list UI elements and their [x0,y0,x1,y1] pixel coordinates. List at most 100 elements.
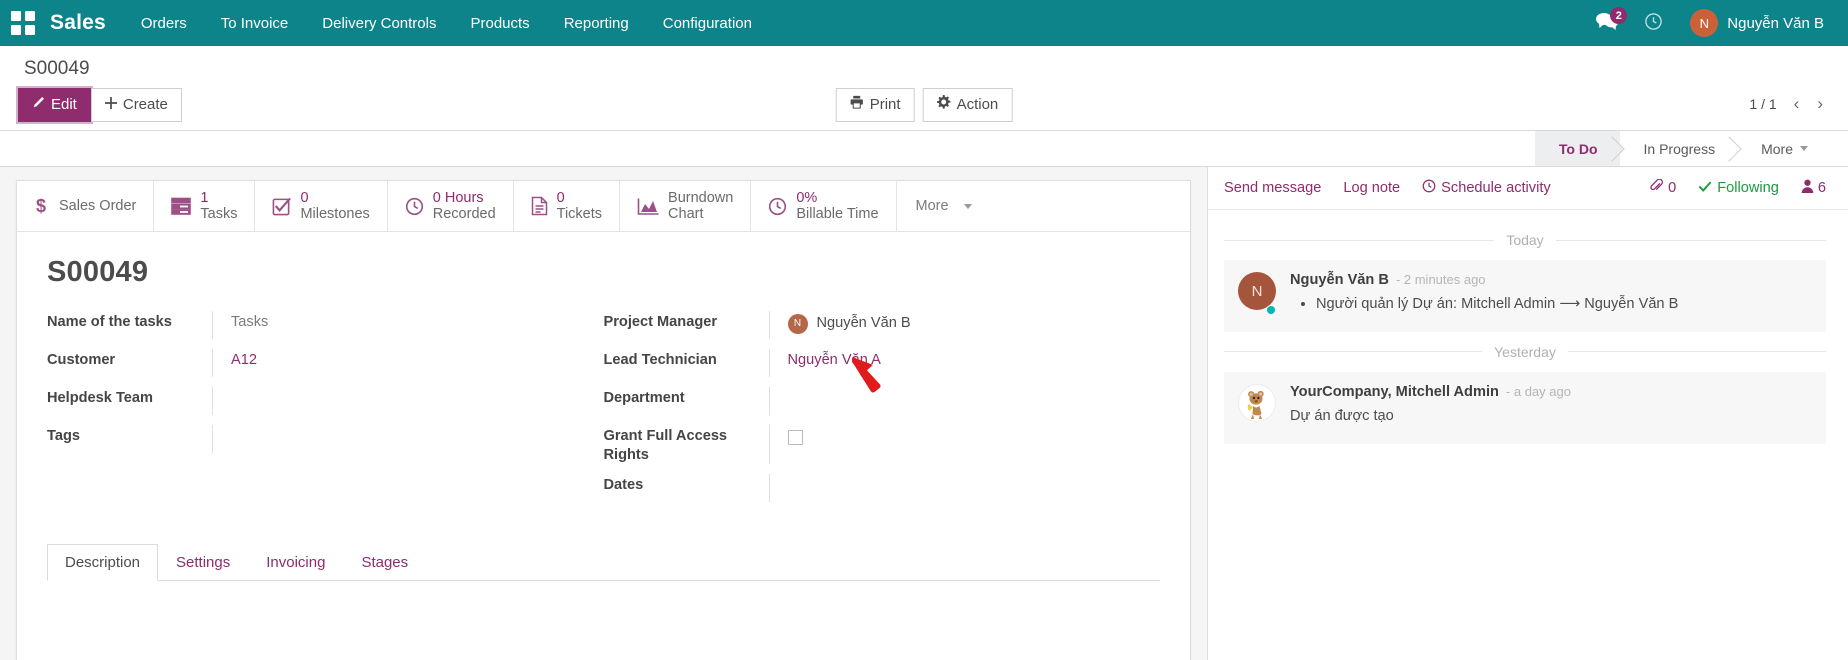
following-button[interactable]: Following [1698,180,1779,197]
smart-button-tickets[interactable]: 0 Tickets [514,181,620,231]
message-content: Người quản lý Dự án: Mitchell Admin ⟶ Ng… [1290,294,1812,316]
plus-icon [105,94,117,116]
status-step-in-progress[interactable]: In Progress [1620,131,1738,166]
pager-previous-button[interactable]: ‹ [1787,94,1807,114]
avatar: N [1690,9,1718,37]
menu-item-to-invoice[interactable]: To Invoice [204,0,306,46]
smart-button-hours-recorded[interactable]: 0 Hours Recorded [388,181,514,231]
smart-button-box: $ Sales Order [17,181,1190,232]
smart-buttons-more-dropdown[interactable]: More [897,181,991,231]
message-body: Nguyễn Văn B - 2 minutes ago Người quản … [1290,272,1812,316]
status-step-to-do[interactable]: To Do [1535,131,1620,166]
tab-invoicing[interactable]: Invoicing [248,544,343,581]
user-menu-button[interactable]: N Nguyễn Văn B [1678,0,1830,46]
field-value-helpdesk-team[interactable] [212,387,590,415]
notebook-page-description[interactable] [47,581,1160,660]
smart-button-tasks[interactable]: 1 Tasks [154,181,255,231]
menu-item-delivery-controls[interactable]: Delivery Controls [305,0,453,46]
field-value-lead-technician[interactable]: Nguyễn Văn A [769,349,1147,377]
breadcrumb[interactable]: S00049 [18,56,1830,88]
field-value-customer[interactable]: A12 [212,349,590,377]
messaging-menu-button[interactable]: 2 [1585,0,1629,46]
pager-value: 1 / 1 [1749,96,1782,112]
message-header: YourCompany, Mitchell Admin - a day ago [1290,384,1812,400]
chatter-message: N Nguyễn Văn B - 2 minutes ago Người quả… [1224,260,1826,332]
tab-description[interactable]: Description [47,544,158,581]
smart-button-milestones[interactable]: 0 Milestones [255,181,387,231]
field-value-project-manager[interactable]: N Nguyễn Văn B [769,311,1147,339]
pencil-icon [32,94,45,116]
chevron-down-icon [964,204,972,209]
field-label-customer: Customer [47,349,212,370]
form-column: $ Sales Order [0,167,1207,660]
menu-item-configuration[interactable]: Configuration [646,0,769,46]
schedule-activity-button[interactable]: Schedule activity [1422,179,1563,197]
notebook-tabs: Description Settings Invoicing Stages [47,544,1160,581]
form-group-right: Project Manager N Nguyễn Văn B Lead Tech… [604,311,1161,512]
smart-button-burndown-chart[interactable]: Burndown Chart [620,181,751,231]
create-button[interactable]: Create [91,88,182,122]
log-note-button[interactable]: Log note [1343,180,1412,196]
message-body: YourCompany, Mitchell Admin - a day ago … [1290,384,1812,428]
chatter: Send message Log note Schedule activity [1207,167,1848,660]
check-icon [1698,180,1712,197]
activities-menu-button[interactable] [1633,0,1674,46]
menu-item-orders[interactable]: Orders [124,0,204,46]
field-value-tags[interactable] [212,425,590,453]
page-title: S00049 [47,256,1160,289]
menu-item-products[interactable]: Products [453,0,546,46]
top-navbar: Sales Orders To Invoice Delivery Control… [0,0,1848,46]
print-button[interactable]: Print [836,88,915,122]
chatter-message: YourCompany, Mitchell Admin - a day ago … [1224,372,1826,444]
field-row-helpdesk-team: Helpdesk Team [47,387,590,415]
chatter-thread: Today N Nguyễn Văn B - 2 minutes ago Ngư… [1208,210,1848,444]
field-label-dates: Dates [604,474,769,495]
status-step-more[interactable]: More [1737,131,1830,166]
navbar-systray: 2 N Nguyễn Văn B [1585,0,1848,46]
field-row-dates: Dates [604,474,1147,502]
pager-next-button[interactable]: › [1810,94,1830,114]
field-label-tags: Tags [47,425,212,446]
smart-button-sales-order[interactable]: $ Sales Order [17,181,154,231]
create-button-label: Create [123,94,168,116]
send-message-button[interactable]: Send message [1224,180,1333,196]
check-square-icon [272,197,291,216]
field-value-name-of-the-tasks[interactable]: Tasks [212,311,590,339]
following-label: Following [1717,180,1779,196]
smart-button-billable-time[interactable]: 0% Billable Time [751,181,896,231]
attachments-button[interactable]: 0 [1649,179,1676,197]
chevron-down-icon [1800,146,1808,151]
dollar-icon: $ [34,196,50,216]
field-value-project-manager-text: Nguyễn Văn B [817,314,911,333]
apps-grid-icon[interactable] [10,10,36,36]
menu-item-reporting[interactable]: Reporting [547,0,646,46]
field-row-name-of-the-tasks: Name of the tasks Tasks [47,311,590,339]
smart-buttons-more-label: More [916,198,949,214]
status-step-in-progress-label: In Progress [1644,141,1716,157]
status-step-to-do-label: To Do [1559,141,1598,157]
message-avatar-wrapper: N [1238,272,1276,316]
field-label-helpdesk-team: Helpdesk Team [47,387,212,408]
clock-icon [405,197,424,216]
field-row-lead-technician: Lead Technician Nguyễn Văn A [604,349,1147,377]
grant-full-access-rights-checkbox[interactable] [788,430,803,445]
action-button[interactable]: Action [923,88,1013,122]
form-groups: Name of the tasks Tasks Customer A12 Hel… [47,311,1160,512]
app-brand-sales[interactable]: Sales [42,11,124,35]
smart-button-tasks-value: 1 [200,190,237,206]
field-value-department[interactable] [769,387,1147,415]
edit-button[interactable]: Edit [18,88,91,122]
followers-button[interactable]: 6 [1801,179,1826,197]
smart-button-sales-order-label: Sales Order [59,198,136,214]
field-value-dates[interactable] [769,474,1147,502]
field-label-name-of-the-tasks: Name of the tasks [47,311,212,332]
user-name-label: Nguyễn Văn B [1727,15,1824,32]
tab-stages[interactable]: Stages [343,544,426,581]
svg-text:$: $ [36,196,46,216]
tab-settings[interactable]: Settings [158,544,248,581]
document-icon [531,196,548,216]
smart-button-tickets-value: 0 [557,190,602,206]
pager: 1 / 1 ‹ › [1749,88,1830,114]
action-button-label: Action [957,94,999,116]
tasks-list-icon [171,197,191,215]
